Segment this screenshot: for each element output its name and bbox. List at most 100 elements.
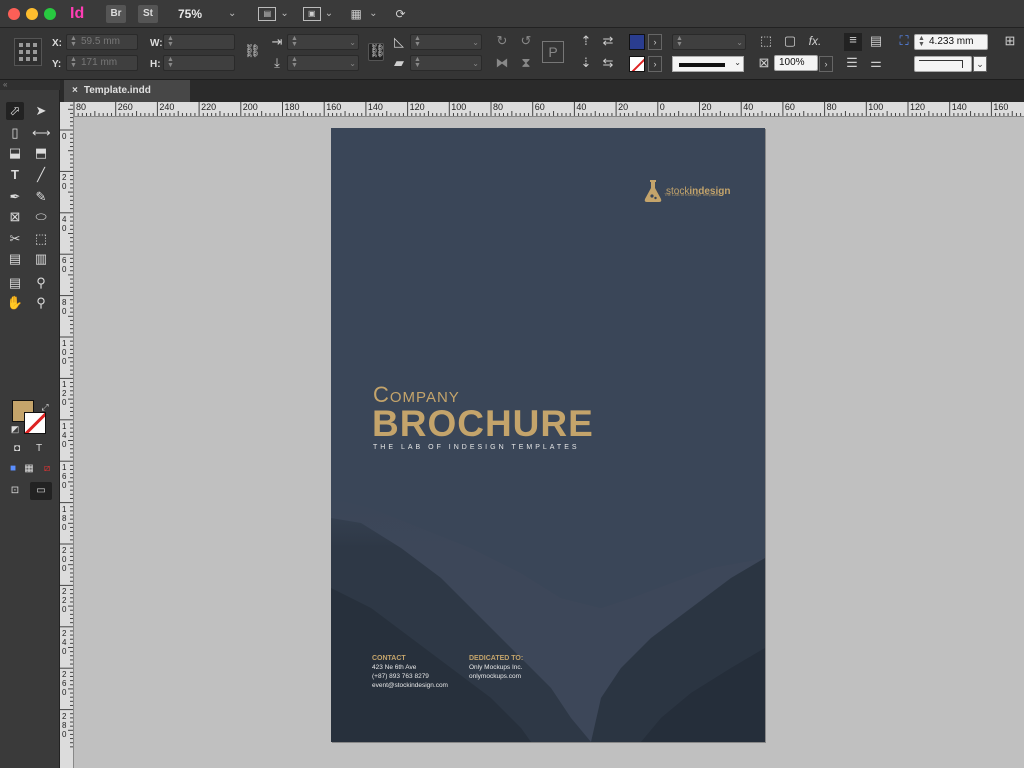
corner-shape-dropdown[interactable] <box>914 56 972 72</box>
stroke-color-swatch[interactable] <box>629 56 645 72</box>
screen-mode-tool-icon[interactable]: ▭ <box>30 482 52 500</box>
cover-tagline[interactable]: THE LAB OF INDESIGN TEMPLATES <box>373 444 580 451</box>
contact-phone: (+87) 893 763 8279 <box>372 673 429 680</box>
arrange-documents-icon[interactable]: ▦ <box>347 7 365 21</box>
content-collector-icon[interactable]: ⬓ <box>6 144 24 162</box>
content-placer-icon[interactable]: ⬒ <box>32 144 50 162</box>
height-field[interactable]: ▲ ▼ <box>163 55 235 71</box>
close-window-button[interactable] <box>8 7 20 20</box>
horizontal-ruler[interactable]: 80 260 240 220 200 180 160 140 120 100 80 60 40 20 0 20… <box>74 102 1024 117</box>
formatting-container-icon[interactable]: ◘ <box>8 440 26 458</box>
scale-lock-icon[interactable]: ⛓ <box>368 43 386 61</box>
title-bar: Id Br St 75% ⌄ ▤ ⌄ ▣ ⌄ ▦ ⌄ ⟳ <box>0 0 1024 28</box>
reference-point-icon[interactable] <box>14 38 42 66</box>
pen-tool-icon[interactable]: ✒ <box>6 188 24 206</box>
fill-color-swatch[interactable] <box>629 34 645 50</box>
swap-fill-stroke-icon[interactable]: ⤢ <box>36 398 54 416</box>
type-tool-icon[interactable]: T <box>6 166 24 184</box>
corner-size-field[interactable]: ▲ ▼ 4.233 mm <box>914 34 988 50</box>
text-wrap-jump-icon[interactable]: ⚌ <box>868 56 884 70</box>
gradient-swatch-tool-icon[interactable]: ▤ <box>6 250 24 268</box>
zoom-level[interactable]: 75% <box>178 7 224 21</box>
line-tool-icon[interactable]: ╱ <box>32 166 50 184</box>
zoom-dropdown-icon[interactable]: ⌄ <box>228 8 236 19</box>
view-options-chevron-icon[interactable]: ⌄ <box>280 8 288 19</box>
opacity-arrow-button[interactable]: › <box>819 56 833 72</box>
default-fill-stroke-icon[interactable]: ◩ <box>6 420 24 438</box>
rectangle-frame-tool-icon[interactable]: ⊠ <box>6 208 24 226</box>
select-content-icon[interactable]: ⇣ <box>578 56 594 70</box>
eyedropper-tool-icon[interactable]: ⚲ <box>32 274 50 292</box>
drop-shadow-icon[interactable]: ▢ <box>782 34 798 48</box>
zoom-tool-icon[interactable]: ⚲ <box>32 294 50 312</box>
document-page[interactable]: stockindesign The LAB of InDesign Templa… <box>331 128 765 742</box>
corner-options-icon[interactable]: ⛶ <box>896 34 912 48</box>
panel-menu-icon[interactable]: ⊞ <box>1002 34 1018 48</box>
gap-tool-icon[interactable]: ⟷ <box>32 124 51 142</box>
scale-y-field[interactable]: ▲ ▼ ⌄ <box>287 55 359 71</box>
contact-block[interactable]: CONTACT 423 Ne 6th Ave (+87) 893 763 827… <box>372 654 448 690</box>
stock-button[interactable]: St <box>138 4 158 23</box>
opacity-field[interactable]: 100% <box>774 55 818 71</box>
pasteboard[interactable]: stockindesign The LAB of InDesign Templa… <box>74 117 1024 768</box>
width-field[interactable]: ▲ ▼ <box>163 34 235 50</box>
zoom-window-button[interactable] <box>44 7 56 20</box>
apply-none-icon[interactable]: ⧄ <box>38 460 56 478</box>
scale-x-field[interactable]: ▲ ▼ ⌄ <box>287 34 359 50</box>
dedicated-block[interactable]: DEDICATED TO: Only Mockups Inc. onlymock… <box>469 654 523 681</box>
rotate-cw-icon[interactable]: ↻ <box>494 34 510 48</box>
effects-fx-icon[interactable]: fx. <box>806 34 824 48</box>
constrain-proportions-icon[interactable]: ⛓ <box>244 44 261 58</box>
publish-online-icon[interactable]: ⟳ <box>392 7 410 21</box>
close-tab-icon[interactable]: × <box>72 85 78 96</box>
arrange-chevron-icon[interactable]: ⌄ <box>369 8 377 19</box>
direction-p-icon[interactable]: P <box>542 41 564 63</box>
selection-tool-icon[interactable]: ⬀ <box>6 102 24 120</box>
document-tab[interactable]: × Template.indd <box>64 80 190 102</box>
text-wrap-shape-icon[interactable]: ☰ <box>844 56 860 70</box>
note-tool-icon[interactable]: ▤ <box>6 274 24 292</box>
normal-view-icon[interactable]: ⊡ <box>6 482 24 500</box>
brochure-heading[interactable]: BROCHURE <box>372 404 594 444</box>
fill-swatch-arrow-button[interactable]: › <box>648 34 662 50</box>
gradient-feather-tool-icon[interactable]: ▥ <box>32 250 50 268</box>
text-wrap-bounding-icon[interactable]: ▤ <box>868 34 884 48</box>
ellipse-tool-icon[interactable]: ⬭ <box>32 208 50 226</box>
tools-collapse-icon[interactable]: « <box>0 80 60 90</box>
corner-shape-arrow-button[interactable]: ⌄ <box>973 56 987 72</box>
scissors-tool-icon[interactable]: ✂ <box>6 230 24 248</box>
screen-mode-chevron-icon[interactable]: ⌄ <box>325 8 333 19</box>
page-tool-icon[interactable]: ▯ <box>6 124 24 142</box>
flip-horizontal-icon[interactable]: ⧓ <box>494 56 510 70</box>
select-container-icon[interactable]: ⇡ <box>578 34 594 48</box>
opacity-icon: ⊠ <box>758 55 770 70</box>
y-position-field[interactable]: ▲ ▼ 171 mm <box>66 55 138 71</box>
rotation-field[interactable]: ▲ ▼ ⌄ <box>410 34 482 50</box>
select-next-icon[interactable]: ⇆ <box>600 56 616 70</box>
stroke-type-dropdown[interactable]: ⌄ <box>672 56 744 72</box>
frame-fitting-icon[interactable]: ⬚ <box>758 34 774 48</box>
stroke-weight-field[interactable]: ▲ ▼ ⌄ <box>672 34 746 50</box>
minimize-window-button[interactable] <box>26 7 38 20</box>
stroke-swatch-arrow-button[interactable]: › <box>648 56 662 72</box>
vertical-ruler-label: 1 2 0 <box>62 380 67 408</box>
formatting-text-icon[interactable]: T <box>30 440 48 458</box>
scale-x-icon: ⇥ <box>271 34 283 49</box>
select-previous-icon[interactable]: ⇄ <box>600 34 616 48</box>
shear-field[interactable]: ▲ ▼ ⌄ <box>410 55 482 71</box>
screen-mode-icon[interactable]: ▣ <box>302 6 321 21</box>
vertical-ruler-label: 2 0 0 <box>62 546 67 573</box>
x-position-field[interactable]: ▲ ▼ 59.5 mm <box>66 34 138 50</box>
hand-tool-icon[interactable]: ✋ <box>6 294 24 312</box>
text-wrap-none-icon[interactable]: ≡ <box>844 33 862 51</box>
view-options-icon[interactable]: ▤ <box>258 6 277 21</box>
bridge-button[interactable]: Br <box>106 4 126 23</box>
free-transform-tool-icon[interactable]: ⬚ <box>32 230 50 248</box>
flip-vertical-icon[interactable]: ⧗ <box>518 56 534 70</box>
vertical-ruler[interactable]: 0 2 0 4 0 6 0 8 0 1 0 0 1 2 0 1 4 0 1 6 0 1 8 0 2 … <box>60 102 74 768</box>
horizontal-ruler-label: 80 <box>826 102 837 112</box>
pencil-tool-icon[interactable]: ✎ <box>32 188 50 206</box>
direct-selection-tool-icon[interactable]: ➤ <box>32 102 50 120</box>
apply-gradient-icon[interactable]: ▦ <box>20 460 38 478</box>
rotate-ccw-icon[interactable]: ↺ <box>518 34 534 48</box>
